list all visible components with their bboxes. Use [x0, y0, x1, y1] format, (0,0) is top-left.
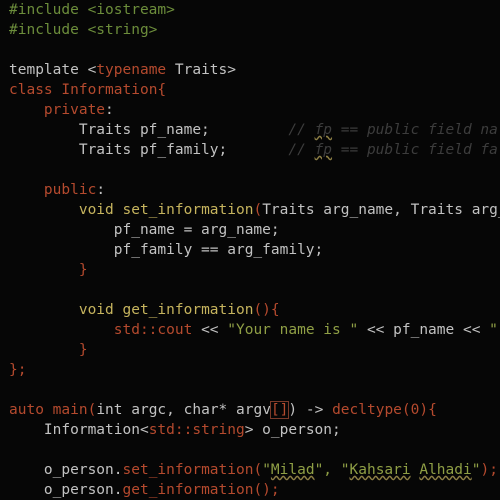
code-token: (){: [253, 302, 280, 318]
code-line[interactable]: Traits pf_name; // fp == public field na: [9, 120, 498, 140]
code-line[interactable]: #include <iostream>: [9, 0, 175, 20]
code-line[interactable]: #include <string>: [9, 20, 157, 40]
code-token: #include <iostream>: [9, 2, 175, 18]
code-token: * argv: [218, 402, 271, 418]
code-token: public: [9, 182, 97, 198]
code-token: );: [480, 462, 498, 478]
code-token: class: [9, 82, 62, 98]
code-token: char: [183, 402, 219, 418]
code-token: auto: [9, 402, 53, 418]
code-token: void: [78, 202, 114, 218]
code-line[interactable]: template <typename Traits>: [9, 60, 236, 80]
code-token: get_information: [122, 482, 254, 498]
code-token: (: [253, 202, 263, 218]
code-token: typename: [96, 62, 167, 78]
code-line[interactable]: auto main(int argc, char* argv[]) -> dec…: [9, 400, 437, 420]
code-token: //: [209, 122, 315, 138]
code-token: o_person.: [9, 462, 123, 478]
code-token: Information: [61, 82, 158, 98]
code-token: ) ->: [288, 402, 333, 418]
code-token: set_information: [113, 202, 254, 218]
code-token: set_information: [122, 462, 254, 478]
code-line[interactable]: pf_name = arg_name;: [9, 220, 280, 240]
code-token: "Your name is ": [227, 322, 359, 338]
code-token: :: [105, 102, 114, 118]
code-token: (: [87, 402, 97, 418]
code-token: (0){: [401, 402, 437, 418]
code-line[interactable]: void set_information(Traits arg_name, Tr…: [9, 200, 500, 220]
code-token: }: [9, 262, 88, 278]
code-token: Kahsari: [349, 462, 411, 478]
code-token: <<: [192, 322, 228, 338]
code-token: []: [269, 401, 290, 419]
code-token: main: [52, 402, 88, 418]
code-token: int argc,: [96, 402, 184, 418]
code-token: Traits pf_family;: [9, 142, 228, 158]
code-token: {: [157, 82, 167, 98]
code-line[interactable]: }: [9, 260, 88, 280]
code-token: pf_name = arg_name;: [9, 222, 280, 238]
code-line[interactable]: o_person.set_information("Milad", "Kahsa…: [9, 460, 498, 480]
code-line[interactable]: class Information{: [9, 80, 166, 100]
code-token: Information<: [9, 422, 149, 438]
code-token: Traits>: [166, 62, 236, 78]
code-token: (: [253, 462, 263, 478]
code-line[interactable]: std::cout << "Your name is " << pf_name …: [9, 320, 498, 340]
code-token: ", ": [314, 462, 350, 478]
code-token: decltype: [332, 402, 402, 418]
code-line[interactable]: Traits pf_family; // fp == public field …: [9, 140, 498, 160]
code-token: > o_person;: [244, 422, 341, 438]
code-token: template <: [9, 62, 97, 78]
code-token: Traits pf_name;: [9, 122, 210, 138]
code-token: == public field na: [332, 122, 498, 138]
code-token: //: [227, 142, 315, 158]
code-editor[interactable]: #include <iostream> #include <string> temp…: [0, 0, 500, 500]
code-line[interactable]: private:: [9, 100, 114, 120]
code-token: o_person.: [9, 482, 123, 498]
code-token: }: [9, 342, 88, 358]
code-token: private: [9, 102, 106, 118]
code-token: ": [489, 322, 498, 338]
code-token: std::cout: [113, 322, 193, 338]
code-token: fp: [314, 142, 333, 158]
code-line[interactable]: public:: [9, 180, 105, 200]
code-line[interactable]: pf_family == arg_family;: [9, 240, 324, 260]
code-token: };: [9, 362, 27, 378]
code-line[interactable]: Information<std::string> o_person;: [9, 420, 341, 440]
code-line[interactable]: void get_information(){: [9, 300, 280, 320]
code-token: std::string: [148, 422, 245, 438]
code-token: pf_family == arg_family;: [9, 242, 324, 258]
code-line[interactable]: };: [9, 360, 26, 380]
code-token: Alhadi: [419, 462, 472, 478]
code-token: :: [96, 182, 106, 198]
code-token: == public field fa: [332, 142, 498, 158]
code-token: #include <string>: [9, 22, 158, 38]
code-token: << pf_name <<: [358, 322, 490, 338]
code-line[interactable]: }: [9, 340, 88, 360]
code-line[interactable]: o_person.get_information();: [9, 480, 280, 500]
code-token: Traits arg_name, Traits arg_: [262, 202, 500, 218]
code-token: fp: [314, 122, 333, 138]
code-token: ": [262, 462, 271, 478]
code-token: ();: [253, 482, 280, 498]
code-token: void: [78, 302, 114, 318]
code-token: get_information: [113, 302, 254, 318]
code-token: Milad: [270, 462, 315, 478]
